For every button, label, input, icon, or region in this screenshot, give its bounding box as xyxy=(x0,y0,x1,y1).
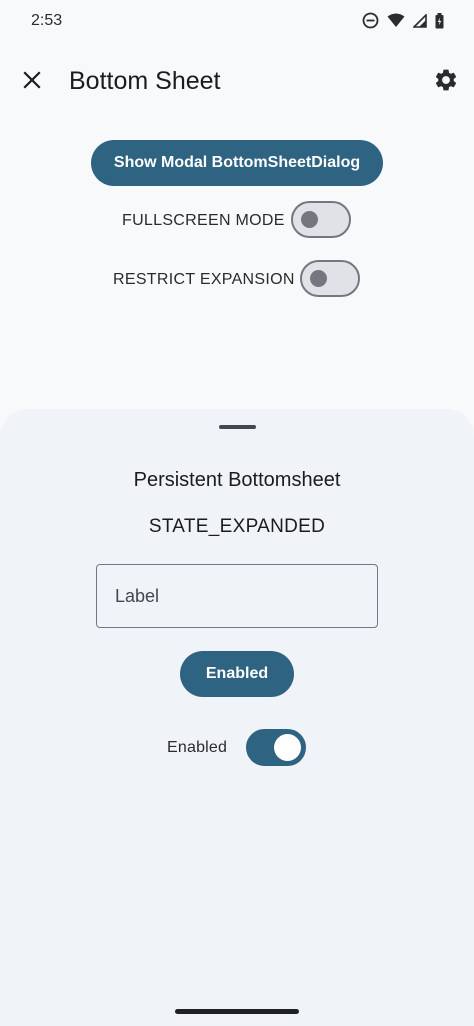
fullscreen-mode-switch[interactable] xyxy=(291,201,351,238)
enabled-switch[interactable] xyxy=(246,729,306,766)
drag-handle[interactable] xyxy=(219,425,256,429)
sheet-title: Persistent Bottomsheet xyxy=(133,469,341,491)
persistent-bottom-sheet: Persistent Bottomsheet STATE_EXPANDED En… xyxy=(0,409,474,1026)
show-modal-bottom-sheet-button[interactable]: Show Modal BottomSheetDialog xyxy=(91,140,383,186)
enabled-button[interactable]: Enabled xyxy=(180,651,294,697)
switch-thumb xyxy=(274,734,301,761)
status-bar: 2:53 xyxy=(0,0,474,44)
settings-button[interactable] xyxy=(428,62,464,98)
restrict-expansion-label: RESTRICT EXPANSION xyxy=(113,271,295,288)
top-app-bar: Bottom Sheet xyxy=(0,50,474,110)
signal-icon xyxy=(413,13,427,28)
do-not-disturb-icon xyxy=(362,12,379,29)
close-icon xyxy=(23,71,41,89)
screen: 2:53 Bottom Sheet Show Modal BottomSheet… xyxy=(0,0,474,1026)
label-text-field[interactable] xyxy=(96,564,378,628)
page-title: Bottom Sheet xyxy=(69,67,221,95)
wifi-icon xyxy=(387,13,405,28)
fullscreen-mode-label: FULLSCREEN MODE xyxy=(122,212,285,229)
status-icons xyxy=(362,12,444,29)
gesture-nav-handle[interactable] xyxy=(175,1009,299,1014)
enabled-switch-label: Enabled xyxy=(167,739,228,756)
switch-thumb xyxy=(301,211,318,228)
switch-thumb xyxy=(310,270,327,287)
close-button[interactable] xyxy=(14,62,50,98)
battery-icon xyxy=(435,12,444,29)
restrict-expansion-switch[interactable] xyxy=(300,260,360,297)
sheet-state-text: STATE_EXPANDED xyxy=(148,516,326,537)
gear-icon xyxy=(435,69,457,91)
status-time: 2:53 xyxy=(31,12,63,29)
